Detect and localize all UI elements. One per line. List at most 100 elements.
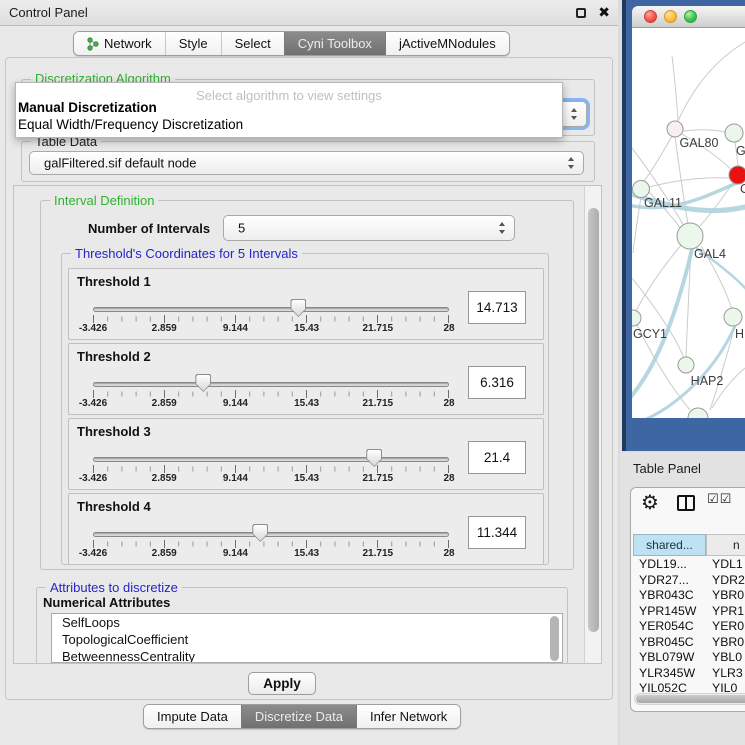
tick-label: 15.43 xyxy=(294,398,319,409)
group-title: Threshold's Coordinates for 5 Intervals xyxy=(71,246,302,261)
threshold-4-panel: Threshold 4-3.4262.8599.14415.4321.71528… xyxy=(68,493,544,565)
threshold-2-slider[interactable] xyxy=(93,382,449,387)
tab-cyni-toolbox[interactable]: Cyni Toolbox xyxy=(284,32,385,55)
table-row[interactable]: YPR145WYPR1 xyxy=(633,604,745,620)
scrollbar-thumb[interactable] xyxy=(588,208,599,632)
table-horizontal-scrollbar[interactable] xyxy=(634,693,745,705)
window-title: Control Panel xyxy=(9,5,88,20)
threshold-4-value-field[interactable]: 11.344 xyxy=(468,516,526,549)
table-data-combo[interactable]: galFiltered.sif default node xyxy=(29,151,584,175)
table-row[interactable]: YBL079WYBL0 xyxy=(633,650,745,666)
tab-label: Style xyxy=(179,32,208,55)
settings-scrollbar[interactable] xyxy=(584,186,601,663)
threshold-1-panel: Threshold 1-3.4262.8599.14415.4321.71528… xyxy=(68,268,544,340)
threshold-1-value-field[interactable]: 14.713 xyxy=(468,291,526,324)
close-traffic-light-icon[interactable] xyxy=(644,10,657,23)
column-header-name[interactable]: n xyxy=(706,534,745,556)
cyni-mode-tabstrip: Impute Data Discretize Data Infer Network xyxy=(143,704,461,729)
network-edge[interactable] xyxy=(644,136,672,181)
select-columns-checkbox-icons[interactable]: ☑☑ xyxy=(707,492,732,507)
settings-gear-icon[interactable]: ⚙ xyxy=(641,490,659,514)
numerical-attributes-label: Numerical Attributes xyxy=(43,595,170,610)
threshold-4-slider[interactable] xyxy=(93,532,449,537)
tab-select[interactable]: Select xyxy=(221,32,284,55)
scrollbar-thumb[interactable] xyxy=(636,695,745,703)
zoom-traffic-light-icon[interactable] xyxy=(684,10,697,23)
table-row[interactable]: YBR045CYBR0 xyxy=(633,635,745,651)
group-title: Attributes to discretize xyxy=(46,580,182,595)
apply-button[interactable]: Apply xyxy=(248,672,316,695)
column-layout-icon[interactable] xyxy=(677,495,695,511)
network-edge[interactable] xyxy=(710,325,735,410)
table-data-combo-value: galFiltered.sif default node xyxy=(44,156,196,171)
network-highlighted-edge[interactable] xyxy=(632,249,692,400)
list-scrollbar-thumb[interactable] xyxy=(550,616,559,661)
table-body: YDL19...YDL1YDR27...YDR2YBR043CYBR0YPR14… xyxy=(633,557,745,694)
table-panel-region: Table Panel ⚙ ☑☑ shared... n YDL19...YDL… xyxy=(620,452,745,745)
slider-ticks xyxy=(93,390,449,399)
threshold-3-slider[interactable] xyxy=(93,457,449,462)
tab-infer-network[interactable]: Infer Network xyxy=(356,705,460,728)
tab-style[interactable]: Style xyxy=(165,32,221,55)
numerical-attributes-list[interactable]: SelfLoopsTopologicalCoefficientBetweenne… xyxy=(51,613,563,663)
network-node-gal80[interactable] xyxy=(667,121,683,137)
tick-label: 21.715 xyxy=(363,323,394,334)
slider-ticks xyxy=(93,540,449,549)
network-node-label: GAL11 xyxy=(644,196,682,210)
close-window-icon[interactable]: ✖ xyxy=(598,4,610,21)
tab-network[interactable]: Network xyxy=(74,32,165,55)
network-window-titlebar[interactable] xyxy=(632,6,745,28)
cell-name: YPR1 xyxy=(712,604,744,618)
table-row[interactable]: YER054C YER0 xyxy=(633,619,745,635)
network-node-gal11[interactable] xyxy=(633,181,650,198)
cell-shared-name: YDL19... xyxy=(639,557,687,571)
number-of-intervals-combo[interactable]: 5 xyxy=(223,215,515,241)
minimize-traffic-light-icon[interactable] xyxy=(664,10,677,23)
network-node-gal4[interactable] xyxy=(677,223,703,249)
threshold-label: Threshold 3 xyxy=(77,424,151,439)
network-canvas[interactable]: GAL80GACGAL11GAL4GCY1HHAP2 xyxy=(632,28,745,418)
tab-impute-data[interactable]: Impute Data xyxy=(144,705,241,728)
tab-label: Discretize Data xyxy=(255,705,343,728)
column-header-shared-name[interactable]: shared... xyxy=(633,534,706,556)
number-of-intervals-value: 5 xyxy=(238,221,245,236)
tick-label: 2.859 xyxy=(152,473,177,484)
dropdown-option-equal-width-frequency[interactable]: Equal Width/Frequency Discretization xyxy=(16,117,562,134)
table-row[interactable]: YLR345WYLR3 xyxy=(633,666,745,682)
threshold-label: Threshold 4 xyxy=(77,499,151,514)
table-row[interactable]: YBR043CYBR0 xyxy=(633,588,745,604)
table-row[interactable]: YDR27...YDR2 xyxy=(633,573,745,589)
network-node-h[interactable] xyxy=(724,308,742,326)
tab-jactivemnodules[interactable]: jActiveMNodules xyxy=(385,32,509,55)
tick-label: 2.859 xyxy=(152,398,177,409)
tab-label: Cyni Toolbox xyxy=(298,32,372,55)
network-node-ga[interactable] xyxy=(725,124,743,142)
cell-name: YBL0 xyxy=(712,650,742,664)
tab-discretize-data[interactable]: Discretize Data xyxy=(241,705,356,728)
float-window-icon[interactable] xyxy=(576,8,586,18)
algorithm-dropdown-popup: Select algorithm to view settings Manual… xyxy=(15,82,563,138)
network-node[interactable] xyxy=(688,408,708,418)
tab-label: jActiveMNodules xyxy=(399,32,496,55)
threshold-1-slider[interactable] xyxy=(93,307,449,312)
attribute-item[interactable]: TopologicalCoefficient xyxy=(52,631,562,648)
network-edge[interactable] xyxy=(636,244,682,311)
network-edge[interactable] xyxy=(678,42,745,121)
tick-label: 9.144 xyxy=(223,473,248,484)
network-edge[interactable] xyxy=(683,130,725,132)
network-node-label: HAP2 xyxy=(691,374,724,388)
threshold-3-value-field[interactable]: 21.4 xyxy=(468,441,526,474)
attribute-item[interactable]: BetweennessCentrality xyxy=(52,648,562,663)
network-edge[interactable] xyxy=(700,183,733,226)
threshold-2-value-field[interactable]: 6.316 xyxy=(468,366,526,399)
tick-label: 21.715 xyxy=(363,473,394,484)
network-edge[interactable] xyxy=(672,56,678,121)
cell-name: YER0 xyxy=(712,619,744,633)
network-edge[interactable] xyxy=(649,178,729,187)
table-row[interactable]: YDL19...YDL1 xyxy=(633,557,745,573)
network-node-hap2[interactable] xyxy=(678,357,694,373)
cell-shared-name: YER054C xyxy=(639,619,694,633)
network-node-gcy1[interactable] xyxy=(632,310,641,326)
threshold-label: Threshold 2 xyxy=(77,349,151,364)
attribute-item[interactable]: SelfLoops xyxy=(52,614,562,631)
